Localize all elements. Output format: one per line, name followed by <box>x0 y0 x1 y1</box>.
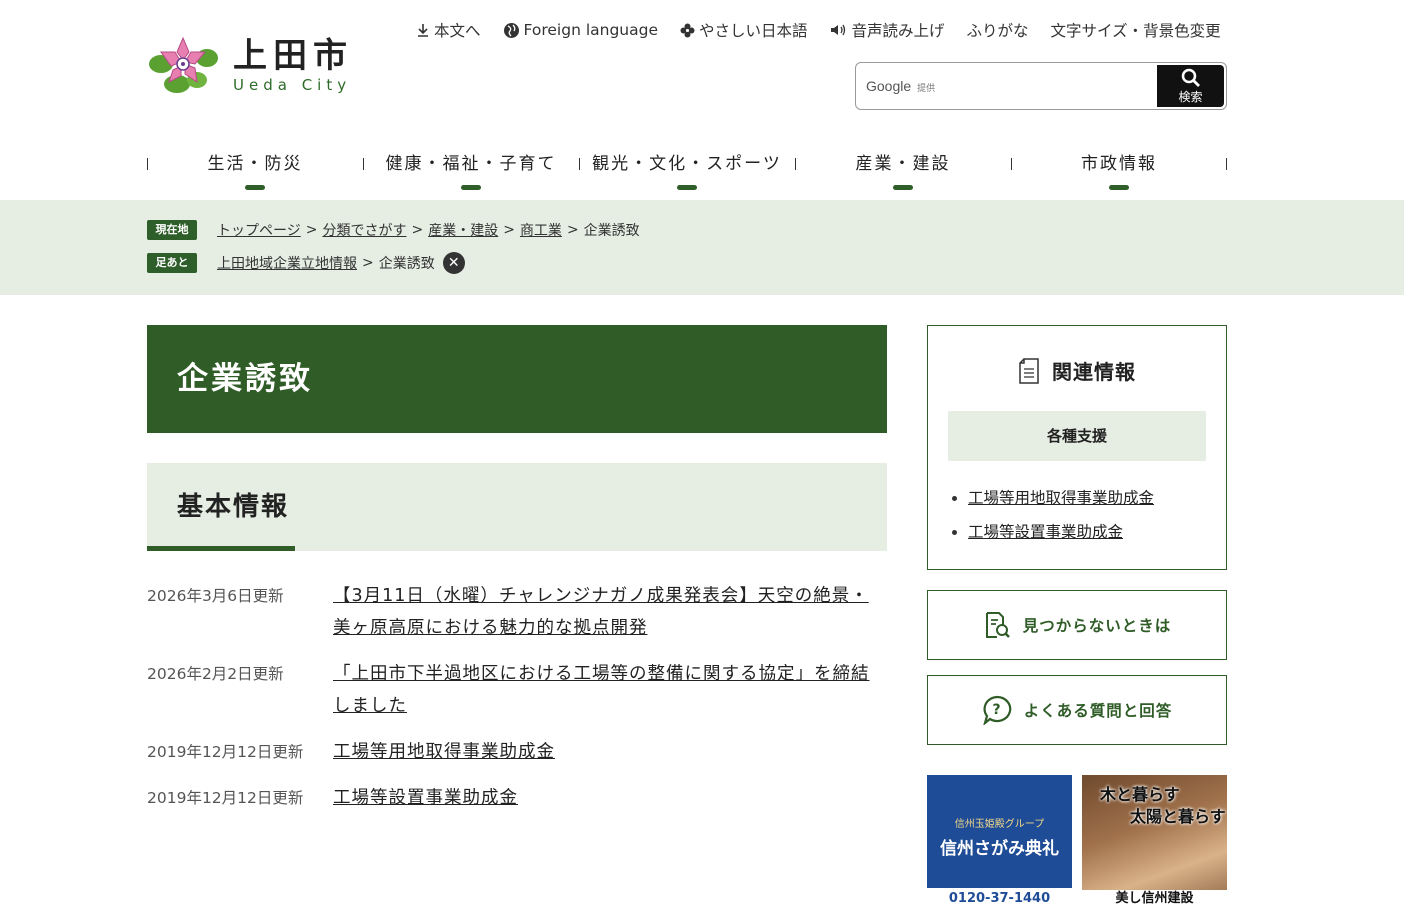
related-links: 工場等用地取得事業助成金 工場等設置事業助成金 <box>928 481 1226 549</box>
related-info-box: 関連情報 各種支援 工場等用地取得事業助成金 工場等設置事業助成金 <box>927 325 1227 570</box>
breadcrumb-link[interactable]: 産業・建設 <box>428 220 498 240</box>
text-size-color-link[interactable]: 文字サイズ・背景色変更 <box>1051 19 1221 41</box>
gnav-item-city-gov[interactable]: 市政情報 <box>1011 145 1227 195</box>
speaker-icon <box>830 24 845 36</box>
news-list: 2026年3月6日更新 【3月11日（水曜）チャレンジナガノ成果発表会】天空の絶… <box>147 580 887 828</box>
logo-japanese: 上田市 <box>233 36 353 76</box>
news-item: 2026年3月6日更新 【3月11日（水曜）チャレンジナガノ成果発表会】天空の絶… <box>147 580 887 644</box>
gnav-item-tourism[interactable]: 観光・文化・スポーツ <box>579 145 795 195</box>
gnav-indicator <box>677 185 697 190</box>
google-provided-label: Google 提供 <box>866 78 936 94</box>
foreign-language-link[interactable]: Foreign language <box>503 21 658 39</box>
history-tag: 足あと <box>147 253 197 273</box>
document-icon <box>1019 357 1039 384</box>
breadcrumb-link[interactable]: 分類でさがす <box>322 220 406 240</box>
util-link-label: やさしい日本語 <box>699 22 808 40</box>
news-item: 2019年12月12日更新 工場等設置事業助成金 <box>147 782 887 814</box>
gnav-label: 産業・建設 <box>855 154 951 174</box>
faq-button[interactable]: ? よくある質問と回答 <box>927 675 1227 745</box>
logo-english: Ueda City <box>233 76 352 94</box>
gnav-item-health[interactable]: 健康・福祉・子育て <box>363 145 579 195</box>
news-date: 2019年12月12日更新 <box>147 789 304 807</box>
easy-japanese-link[interactable]: やさしい日本語 <box>680 19 808 41</box>
current-location-tag: 現在地 <box>147 220 197 240</box>
clover-icon <box>680 23 695 37</box>
banner-copy-2: 太陽と暮らす <box>1130 807 1226 826</box>
banner-phone: 0120-37-1440 <box>927 888 1072 906</box>
history-trail: 足あと 上田地域企業立地情報 > 企業誘致 ✕ <box>147 252 465 274</box>
not-found-button[interactable]: 見つからないときは <box>927 590 1227 660</box>
not-found-label: 見つからないときは <box>1022 617 1172 635</box>
related-link[interactable]: 工場等用地取得事業助成金 <box>968 489 1154 507</box>
news-link[interactable]: 工場等用地取得事業助成金 <box>333 736 555 768</box>
section-title: 基本情報 <box>147 463 887 551</box>
related-info-title: 関連情報 <box>1052 360 1136 384</box>
gnav-indicator <box>1109 185 1129 190</box>
news-link[interactable]: 【3月11日（水曜）チャレンジナガノ成果発表会】天空の絶景・美ヶ原高原における魅… <box>333 580 887 644</box>
news-link[interactable]: 「上田市下半過地区における工場等の整備に関する協定」を締結しました <box>333 658 887 722</box>
gnav-item-industry[interactable]: 産業・建設 <box>795 145 1011 195</box>
history-current: 企業誘致 <box>378 256 435 272</box>
gnav-item-life[interactable]: 生活・防災 <box>147 145 363 195</box>
breadcrumb-link[interactable]: トップページ <box>217 220 301 240</box>
ad-banner-sagami[interactable]: 信州玉姫殿グループ 信州さがみ典礼 0120-37-1440 <box>927 775 1072 906</box>
util-link-label: 文字サイズ・背景色変更 <box>1050 22 1221 40</box>
banner-group-name: 信州玉姫殿グループ <box>954 819 1045 830</box>
gnav-indicator <box>461 185 481 190</box>
clear-history-close-icon[interactable]: ✕ <box>442 252 465 274</box>
utility-nav: 本文へ Foreign language やさしい日本語 音声読み上げ ふりがな… <box>416 18 1221 42</box>
download-arrow-icon <box>418 24 428 37</box>
gnav-label: 生活・防災 <box>207 154 303 174</box>
gnav-label: 健康・福祉・子育て <box>385 154 557 174</box>
breadcrumb: 現在地 トップページ > 分類でさがす > 産業・建設 > 商工業 > 企業誘致 <box>147 219 640 241</box>
related-link[interactable]: 工場等設置事業助成金 <box>968 523 1123 541</box>
document-search-icon <box>985 612 1010 638</box>
gnav-label: 観光・文化・スポーツ <box>592 154 782 174</box>
global-nav: 生活・防災 健康・福祉・子育て 観光・文化・スポーツ 産業・建設 市政情報 <box>147 145 1227 195</box>
news-date: 2026年3月6日更新 <box>147 587 284 605</box>
ad-banner-shinshu-kensetsu[interactable]: 木と暮らす 太陽と暮らす 美し信州建設 <box>1082 775 1227 906</box>
news-date: 2026年2月2日更新 <box>147 665 284 683</box>
page-title: 企業誘致 <box>147 325 887 433</box>
faq-label: よくある質問と回答 <box>1023 702 1173 720</box>
history-link[interactable]: 上田地域企業立地情報 <box>217 253 357 273</box>
banner-copy-1: 木と暮らす <box>1100 785 1180 804</box>
gnav-label: 市政情報 <box>1081 154 1157 174</box>
news-item: 2026年2月2日更新 「上田市下半過地区における工場等の整備に関する協定」を締… <box>147 658 887 722</box>
breadcrumb-current: 企業誘致 <box>583 223 640 239</box>
globe-icon <box>503 22 519 38</box>
svg-text:?: ? <box>992 702 1001 718</box>
site-logo[interactable]: 上田市 Ueda City <box>147 30 362 100</box>
breadcrumb-link[interactable]: 商工業 <box>520 220 562 240</box>
gnav-indicator <box>893 185 913 190</box>
util-link-label: 本文へ <box>434 22 481 40</box>
search-button-label: 検索 <box>1178 89 1203 104</box>
cherry-blossom-logo-icon <box>149 36 218 93</box>
site-search: Google 提供 検索 <box>855 62 1227 110</box>
related-subheading: 各種支援 <box>948 411 1206 461</box>
search-icon <box>1181 68 1200 87</box>
gnav-indicator <box>245 185 265 190</box>
news-link[interactable]: 工場等設置事業助成金 <box>333 782 518 814</box>
util-link-label: 音声読み上げ <box>851 22 945 40</box>
util-link-label: Foreign language <box>523 21 658 39</box>
search-input[interactable]: Google 提供 <box>856 63 1155 109</box>
related-info-heading: 関連情報 <box>928 356 1226 385</box>
furigana-link[interactable]: ふりがな <box>967 19 1029 41</box>
section-underline <box>147 546 295 551</box>
read-aloud-link[interactable]: 音声読み上げ <box>830 19 945 41</box>
question-bubble-icon: ? <box>983 695 1012 725</box>
skip-to-content-link[interactable]: 本文へ <box>416 19 481 41</box>
banner-company: 美し信州建設 <box>1082 890 1227 906</box>
breadcrumb-band <box>0 200 1404 295</box>
util-link-label: ふりがな <box>966 22 1029 40</box>
banner-title: 信州さがみ典礼 <box>940 839 1059 859</box>
list-item: 工場等用地取得事業助成金 <box>968 481 1226 515</box>
list-item: 工場等設置事業助成金 <box>968 515 1226 549</box>
search-button[interactable]: 検索 <box>1157 65 1224 107</box>
news-date: 2019年12月12日更新 <box>147 743 304 761</box>
news-item: 2019年12月12日更新 工場等用地取得事業助成金 <box>147 736 887 768</box>
